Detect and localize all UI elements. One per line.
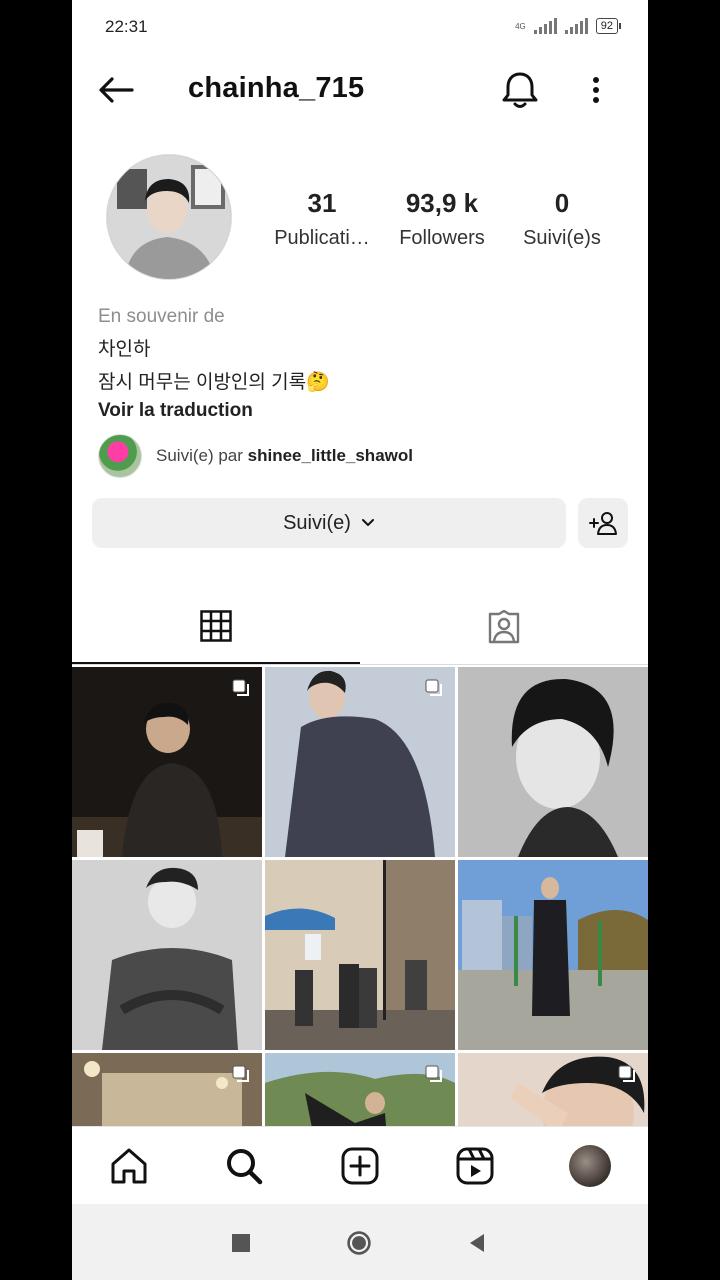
back-button[interactable] — [94, 70, 138, 110]
followed-by-text: Suivi(e) par shinee_little_shawol — [156, 446, 413, 466]
nav-profile[interactable] — [569, 1145, 611, 1187]
back-system-button[interactable] — [464, 1230, 490, 1256]
post-image — [72, 860, 262, 1050]
stat-followers-value: 93,9 k — [405, 188, 479, 218]
stat-followers-label: Followers — [399, 227, 485, 249]
post-thumbnail[interactable] — [72, 667, 262, 857]
back-arrow-icon — [99, 77, 134, 103]
stat-posts[interactable]: 31 Publicati… — [262, 188, 382, 250]
nav-search[interactable] — [223, 1145, 265, 1187]
square-icon — [232, 1234, 250, 1252]
followed-by[interactable]: Suivi(e) par shinee_little_shawol — [98, 434, 413, 478]
tab-posts-grid[interactable] — [72, 590, 360, 664]
post-image — [458, 667, 648, 857]
bio-line: 잠시 머무는 이방인의 기록🤔 — [98, 372, 330, 393]
stat-following[interactable]: 0 Suivi(e)s — [502, 188, 622, 250]
recent-apps-button[interactable] — [228, 1230, 254, 1256]
followed-by-user: shinee_little_shawol — [247, 446, 413, 465]
post-thumbnail[interactable] — [265, 860, 455, 1050]
status-bar: 22:31 4G 92 — [72, 0, 648, 56]
stat-posts-label: Publicati… — [274, 227, 370, 249]
stat-following-label: Suivi(e)s — [523, 227, 601, 249]
bell-icon — [502, 72, 538, 108]
post-image — [265, 860, 455, 1050]
triangle-back-icon — [470, 1234, 484, 1252]
post-image — [458, 860, 648, 1050]
profile-photo — [107, 155, 231, 279]
new-post-icon — [341, 1147, 379, 1185]
carousel-icon — [618, 1065, 635, 1082]
home-system-button[interactable] — [346, 1230, 372, 1256]
carousel-icon — [425, 679, 442, 696]
post-thumbnail[interactable] — [458, 860, 648, 1050]
nav-reels[interactable] — [454, 1145, 496, 1187]
profile-tabs — [72, 590, 648, 665]
nav-new-post[interactable] — [339, 1145, 381, 1187]
notifications-button[interactable] — [498, 68, 542, 112]
bio-line: 차인하 — [98, 339, 151, 360]
signal-icon-2 — [564, 18, 588, 34]
app-screen: 22:31 4G 92 chainha_715 31 Publicati… 93… — [72, 0, 648, 1280]
see-translation-link[interactable]: Voir la traduction — [98, 400, 330, 422]
suggested-users-button[interactable] — [578, 498, 628, 548]
profile-stats: 31 Publicati… 93,9 k Followers 0 Suivi(e… — [262, 188, 622, 250]
home-icon — [111, 1148, 147, 1184]
profile-bio: En souvenir de 차인하 잠시 머무는 이방인의 기록🤔 Voir … — [98, 306, 330, 422]
nav-home[interactable] — [108, 1145, 150, 1187]
tab-tagged[interactable] — [360, 590, 648, 664]
status-indicators: 4G 92 — [515, 18, 622, 34]
tagged-icon — [488, 610, 520, 644]
stat-followers[interactable]: 93,9 k Followers — [382, 188, 502, 250]
circle-icon — [347, 1231, 371, 1255]
stat-posts-value: 31 — [307, 188, 337, 218]
post-thumbnail[interactable] — [458, 667, 648, 857]
chevron-down-icon — [361, 519, 374, 526]
signal-icon — [533, 18, 557, 34]
carousel-icon — [425, 1065, 442, 1082]
followed-by-prefix: Suivi(e) par — [156, 446, 248, 465]
following-button[interactable]: Suivi(e) — [92, 498, 566, 548]
network-type: 4G — [515, 21, 526, 31]
more-options-button[interactable] — [580, 70, 612, 110]
more-vertical-icon — [593, 77, 599, 103]
post-thumbnail[interactable] — [265, 667, 455, 857]
profile-avatar-icon — [569, 1145, 611, 1187]
carousel-icon — [232, 679, 249, 696]
stat-following-value: 0 — [554, 188, 570, 218]
reels-icon — [456, 1147, 494, 1185]
system-navigation-bar — [72, 1204, 648, 1280]
bio-category: En souvenir de — [98, 306, 225, 327]
grid-icon — [200, 610, 232, 642]
profile-avatar[interactable] — [106, 154, 232, 280]
post-thumbnail[interactable] — [72, 860, 262, 1050]
add-person-icon — [589, 512, 617, 535]
profile-username: chainha_715 — [188, 72, 365, 104]
bottom-navigation — [72, 1126, 648, 1205]
mutual-follower-avatar — [98, 434, 142, 478]
following-button-label: Suivi(e) — [283, 511, 351, 534]
status-time: 22:31 — [105, 17, 148, 36]
profile-header: chainha_715 — [72, 58, 648, 122]
battery-indicator: 92 — [595, 18, 622, 34]
search-icon — [227, 1149, 263, 1185]
carousel-icon — [232, 1065, 249, 1082]
